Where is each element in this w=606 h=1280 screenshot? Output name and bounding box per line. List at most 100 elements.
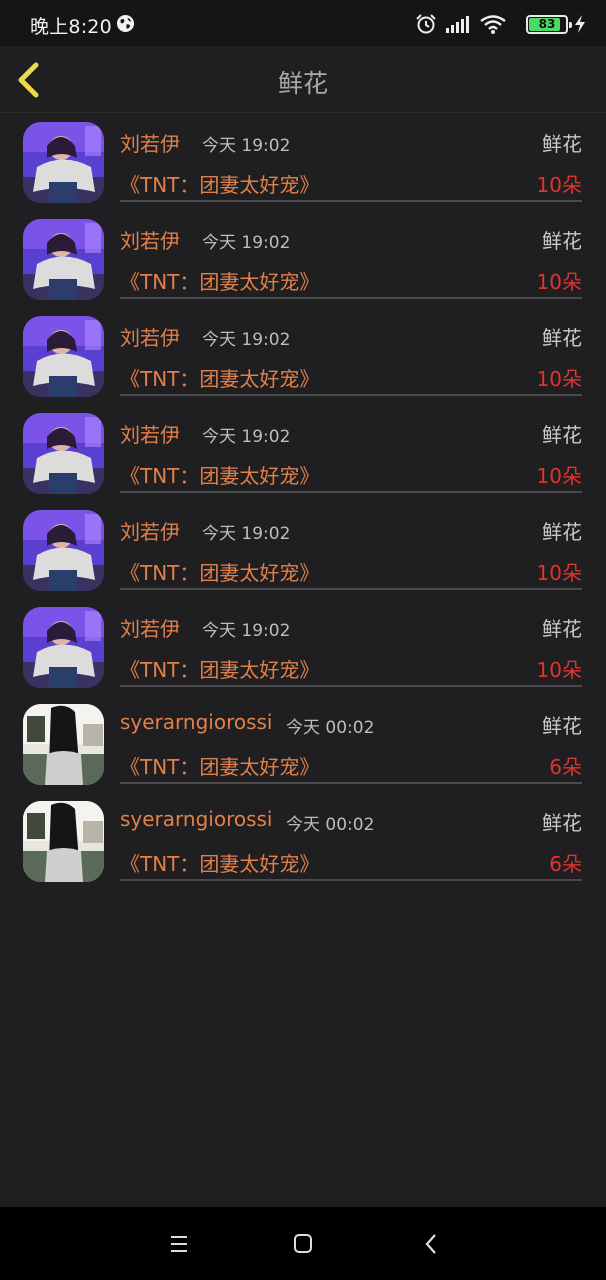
gift-type: 鲜花 (542, 132, 582, 156)
list-item[interactable]: 刘若伊 今天 19:02 鲜花 《TNT：团妻太好宠》 10朵 (0, 114, 606, 211)
gift-count: 6朵 (549, 852, 582, 876)
sender-name[interactable]: syerarngiorossi (120, 710, 273, 734)
show-title[interactable]: 《TNT：团妻太好宠》 (120, 266, 319, 295)
item-bottom-row: 《TNT：团妻太好宠》 10朵 (120, 266, 582, 296)
item-bottom-row: 《TNT：团妻太好宠》 10朵 (120, 460, 582, 490)
back-triangle-icon (425, 1234, 436, 1254)
list-item[interactable]: syerarngiorossi 今天 00:02 鲜花 《TNT：团妻太好宠》 … (0, 696, 606, 793)
gift-count: 10朵 (536, 270, 582, 294)
gift-count: 10朵 (536, 367, 582, 391)
divider (120, 879, 582, 881)
gift-type: 鲜花 (542, 229, 582, 253)
item-top-row: syerarngiorossi 今天 00:02 鲜花 (120, 807, 582, 837)
avatar[interactable] (23, 704, 104, 785)
show-title[interactable]: 《TNT：团妻太好宠》 (120, 848, 319, 877)
gift-type: 鲜花 (542, 520, 582, 544)
status-bar: 晚上8:20 83 (0, 0, 606, 46)
alarm-icon (415, 13, 437, 39)
show-title[interactable]: 《TNT：团妻太好宠》 (120, 557, 319, 586)
sender-name[interactable]: 刘若伊 (120, 516, 180, 545)
item-top-row: 刘若伊 今天 19:02 鲜花 (120, 613, 582, 643)
avatar[interactable] (23, 413, 104, 494)
gift-count: 10朵 (536, 173, 582, 197)
list-item[interactable]: 刘若伊 今天 19:02 鲜花 《TNT：团妻太好宠》 10朵 (0, 502, 606, 599)
item-bottom-row: 《TNT：团妻太好宠》 10朵 (120, 654, 582, 684)
avatar-image (23, 510, 104, 591)
show-title[interactable]: 《TNT：团妻太好宠》 (120, 460, 319, 489)
sender-name[interactable]: 刘若伊 (120, 613, 180, 642)
avatar[interactable] (23, 122, 104, 203)
item-bottom-row: 《TNT：团妻太好宠》 6朵 (120, 751, 582, 781)
sender-name[interactable]: 刘若伊 (120, 128, 180, 157)
show-title[interactable]: 《TNT：团妻太好宠》 (120, 363, 319, 392)
show-title[interactable]: 《TNT：团妻太好宠》 (120, 169, 319, 198)
avatar[interactable] (23, 316, 104, 397)
gift-record-list: 刘若伊 今天 19:02 鲜花 《TNT：团妻太好宠》 10朵 刘若伊 今天 1… (0, 114, 606, 890)
avatar[interactable] (23, 607, 104, 688)
divider (120, 491, 582, 493)
home-square-icon (294, 1234, 312, 1253)
divider (120, 782, 582, 784)
divider (120, 297, 582, 299)
gift-count: 6朵 (549, 755, 582, 779)
status-time: 晚上8:20 (30, 16, 112, 38)
list-item[interactable]: 刘若伊 今天 19:02 鲜花 《TNT：团妻太好宠》 10朵 (0, 308, 606, 405)
sender-name[interactable]: 刘若伊 (120, 419, 180, 448)
send-time: 今天 19:02 (202, 524, 291, 544)
avatar-image (23, 801, 104, 882)
item-bottom-row: 《TNT：团妻太好宠》 10朵 (120, 363, 582, 393)
show-title[interactable]: 《TNT：团妻太好宠》 (120, 751, 319, 780)
page-header: 鲜花 (0, 46, 606, 113)
list-item[interactable]: 刘若伊 今天 19:02 鲜花 《TNT：团妻太好宠》 10朵 (0, 211, 606, 308)
list-item[interactable]: 刘若伊 今天 19:02 鲜花 《TNT：团妻太好宠》 10朵 (0, 405, 606, 502)
avatar-image (23, 316, 104, 397)
item-top-row: 刘若伊 今天 19:02 鲜花 (120, 322, 582, 352)
gift-count: 10朵 (536, 658, 582, 682)
item-top-row: 刘若伊 今天 19:02 鲜花 (120, 419, 582, 449)
item-top-row: 刘若伊 今天 19:02 鲜花 (120, 516, 582, 546)
avatar[interactable] (23, 801, 104, 882)
avatar-image (23, 704, 104, 785)
send-time: 今天 19:02 (202, 136, 291, 156)
list-item[interactable]: 刘若伊 今天 19:02 鲜花 《TNT：团妻太好宠》 10朵 (0, 599, 606, 696)
send-time: 今天 19:02 (202, 233, 291, 253)
item-top-row: syerarngiorossi 今天 00:02 鲜花 (120, 710, 582, 740)
item-bottom-row: 《TNT：团妻太好宠》 10朵 (120, 169, 582, 199)
menu-button[interactable] (165, 1231, 193, 1257)
globe-icon (116, 14, 135, 37)
sender-name[interactable]: syerarngiorossi (120, 807, 273, 831)
gift-count: 10朵 (536, 561, 582, 585)
avatar[interactable] (23, 510, 104, 591)
send-time: 今天 19:02 (202, 330, 291, 350)
avatar-image (23, 219, 104, 300)
divider (120, 588, 582, 590)
wifi-icon (480, 15, 506, 38)
sender-name[interactable]: 刘若伊 (120, 225, 180, 254)
send-time: 今天 00:02 (286, 718, 375, 738)
item-top-row: 刘若伊 今天 19:02 鲜花 (120, 128, 582, 158)
home-button[interactable] (289, 1231, 317, 1257)
system-nav-bar (0, 1207, 606, 1280)
send-time: 今天 00:02 (286, 815, 375, 835)
item-top-row: 刘若伊 今天 19:02 鲜花 (120, 225, 582, 255)
charging-icon (574, 15, 586, 37)
avatar[interactable] (23, 219, 104, 300)
list-item[interactable]: syerarngiorossi 今天 00:02 鲜花 《TNT：团妻太好宠》 … (0, 793, 606, 890)
send-time: 今天 19:02 (202, 621, 291, 641)
item-bottom-row: 《TNT：团妻太好宠》 6朵 (120, 848, 582, 878)
status-icons: 83 (386, 13, 586, 35)
back-nav-button[interactable] (417, 1231, 445, 1257)
gift-type: 鲜花 (542, 423, 582, 447)
divider (120, 200, 582, 202)
gift-type: 鲜花 (542, 326, 582, 350)
show-title[interactable]: 《TNT：团妻太好宠》 (120, 654, 319, 683)
avatar-image (23, 607, 104, 688)
item-bottom-row: 《TNT：团妻太好宠》 10朵 (120, 557, 582, 587)
battery-icon: 83 (526, 15, 572, 34)
gift-type: 鲜花 (542, 714, 582, 738)
signal-icon (446, 16, 470, 37)
gift-type: 鲜花 (542, 811, 582, 835)
divider (120, 394, 582, 396)
sender-name[interactable]: 刘若伊 (120, 322, 180, 351)
send-time: 今天 19:02 (202, 427, 291, 447)
